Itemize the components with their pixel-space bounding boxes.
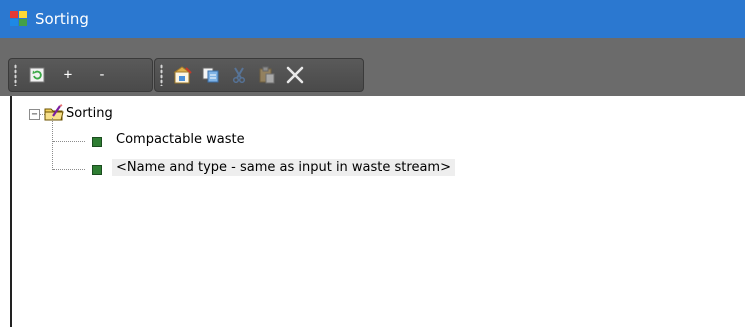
- delete-button[interactable]: [281, 63, 309, 87]
- properties-button[interactable]: [169, 63, 197, 87]
- leaf-node-icon: [92, 137, 102, 147]
- toolbar-grip[interactable]: [14, 64, 17, 86]
- tree-node-name-and-type[interactable]: <Name and type - same as input in waste …: [112, 159, 455, 176]
- refresh-icon: [29, 67, 45, 83]
- paste-button[interactable]: [253, 63, 281, 87]
- refresh-button[interactable]: [23, 63, 51, 87]
- collapse-button[interactable]: -: [85, 63, 119, 87]
- title-bar: Sorting: [0, 0, 745, 38]
- window-title: Sorting: [35, 10, 89, 28]
- copy-icon: [202, 67, 219, 83]
- toolbar-edit: [154, 58, 364, 92]
- copy-button[interactable]: [197, 63, 225, 87]
- toolstrip: + -: [0, 38, 745, 96]
- expand-button[interactable]: +: [51, 63, 85, 87]
- cut-button[interactable]: [225, 63, 253, 87]
- toolbar-navigation: + -: [8, 58, 153, 92]
- toolbar-grip[interactable]: [160, 64, 163, 86]
- tree-node-root[interactable]: Sorting: [66, 106, 113, 121]
- tree-view[interactable]: − Sorting Compactable waste <Name and ty…: [10, 96, 745, 327]
- folder-icon: [44, 104, 64, 121]
- paste-icon: [259, 66, 275, 84]
- properties-icon: [173, 66, 192, 84]
- tree-node-compactable-waste[interactable]: Compactable waste: [116, 132, 245, 147]
- delete-icon: [286, 66, 304, 84]
- leaf-node-icon: [92, 165, 102, 175]
- app-icon: [10, 11, 28, 27]
- cut-icon: [232, 67, 246, 83]
